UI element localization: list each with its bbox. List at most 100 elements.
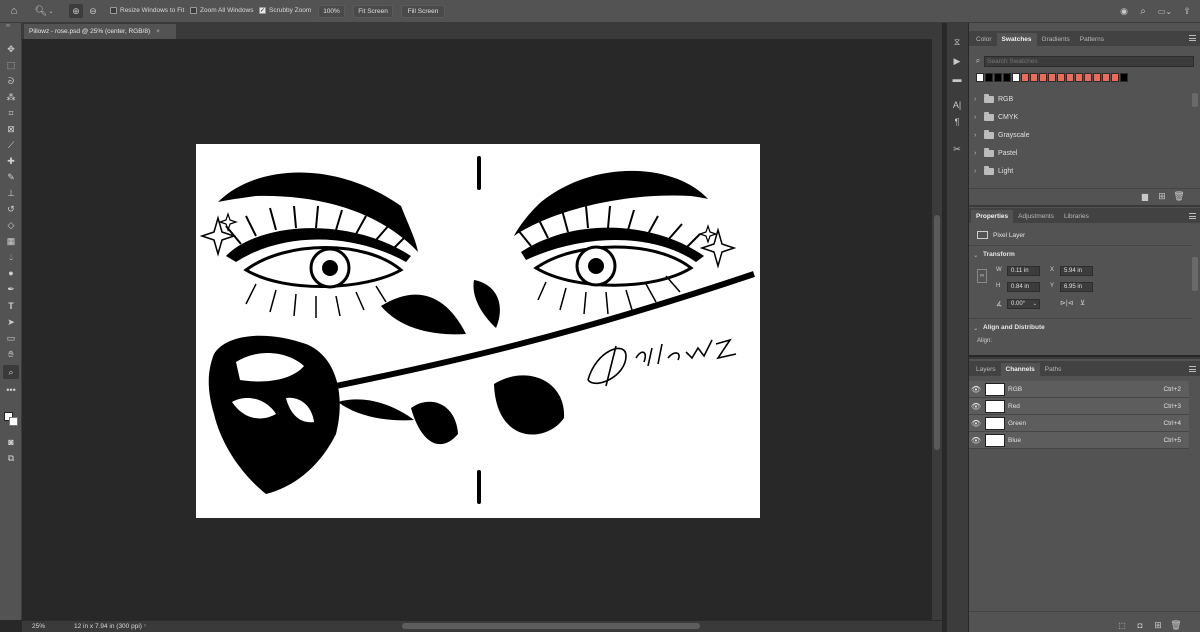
- search-icon[interactable]: ⌕: [1136, 5, 1150, 18]
- swatch-group-rgb[interactable]: › RGB: [969, 90, 1189, 108]
- new-channel-icon[interactable]: ⊞: [1153, 620, 1163, 630]
- zoom-all-windows-checkbox[interactable]: Zoom All Windows: [190, 7, 253, 14]
- character-panel-icon[interactable]: A|: [950, 98, 964, 112]
- clone-stamp-tool-icon[interactable]: ⊥: [3, 186, 19, 200]
- x-position-field[interactable]: 5.94 in: [1060, 266, 1093, 276]
- recent-swatch[interactable]: [1084, 73, 1092, 82]
- recent-swatch[interactable]: [1039, 73, 1047, 82]
- recent-swatch[interactable]: [1003, 73, 1011, 82]
- delete-swatch-icon[interactable]: 🗑︎: [1173, 191, 1184, 201]
- recent-swatch[interactable]: [976, 73, 984, 82]
- recent-swatch[interactable]: [1120, 73, 1128, 82]
- swatch-group-light[interactable]: › Light: [969, 162, 1189, 180]
- scrubby-zoom-checkbox[interactable]: ✓ Scrubby Zoom: [259, 7, 311, 14]
- recent-swatch[interactable]: [1048, 73, 1056, 82]
- new-swatch-icon[interactable]: ⊞: [1157, 191, 1167, 201]
- zoom-out-icon[interactable]: ⊖: [86, 4, 100, 18]
- channel-row-blue[interactable]: 👁︎ Blue Ctrl+5: [969, 432, 1189, 449]
- recent-swatch[interactable]: [1021, 73, 1029, 82]
- recent-swatch[interactable]: [1093, 73, 1101, 82]
- crop-tool-icon[interactable]: ⌗: [3, 106, 19, 120]
- resize-windows-checkbox[interactable]: Resize Windows to Fit: [110, 7, 184, 14]
- eyedropper-tool-icon[interactable]: ⟋: [3, 138, 19, 152]
- recent-swatch[interactable]: [1030, 73, 1038, 82]
- more-tools-icon[interactable]: •••: [3, 383, 19, 397]
- zoom-100-button[interactable]: 100%: [318, 5, 345, 18]
- tool-presets-icon[interactable]: ✂: [950, 142, 964, 156]
- recent-swatch[interactable]: [985, 73, 993, 82]
- transform-chevron-icon[interactable]: ⌄: [973, 251, 978, 259]
- background-color-swatch[interactable]: [9, 417, 18, 426]
- tab-paths[interactable]: Paths: [1040, 363, 1067, 376]
- rectangle-tool-icon[interactable]: ▭: [3, 331, 19, 345]
- paragraph-panel-icon[interactable]: ¶: [950, 115, 964, 129]
- magic-wand-tool-icon[interactable]: ⁂: [3, 90, 19, 104]
- tab-swatches[interactable]: Swatches: [996, 33, 1037, 46]
- swatches-scrollbar[interactable]: [1192, 93, 1198, 107]
- dodge-tool-icon[interactable]: ●: [3, 266, 19, 280]
- zoom-level[interactable]: 25%: [32, 623, 45, 630]
- flip-horizontal-icon[interactable]: ⊳|⊲: [1060, 299, 1074, 307]
- workspace-icon[interactable]: ▭⌄: [1155, 5, 1175, 18]
- share-icon[interactable]: ⇪: [1180, 5, 1194, 18]
- frame-tool-icon[interactable]: ⊠: [3, 122, 19, 136]
- tab-color[interactable]: Color: [971, 33, 997, 46]
- hand-tool-icon[interactable]: ✋︎: [3, 347, 19, 361]
- visibility-eye-icon[interactable]: 👁︎: [969, 436, 983, 445]
- panel-menu-icon[interactable]: [1189, 35, 1196, 41]
- recent-swatch[interactable]: [1102, 73, 1110, 82]
- brush-tool-icon[interactable]: ✎: [3, 170, 19, 184]
- recent-swatch[interactable]: [1012, 73, 1020, 82]
- height-field[interactable]: 0.84 in: [1007, 282, 1040, 292]
- recent-swatch[interactable]: [1111, 73, 1119, 82]
- fit-screen-button[interactable]: Fit Screen: [353, 5, 393, 18]
- quick-mask-icon[interactable]: ◙: [3, 435, 19, 449]
- panel-menu-icon[interactable]: [1189, 366, 1196, 372]
- recent-swatch[interactable]: [1075, 73, 1083, 82]
- path-selection-tool-icon[interactable]: ➤: [3, 315, 19, 329]
- screen-mode-icon[interactable]: ⧉: [3, 451, 19, 465]
- zoom-tool-preset-icon[interactable]: 🔍︎ ⌄: [34, 4, 54, 18]
- tab-libraries[interactable]: Libraries: [1059, 210, 1094, 223]
- account-icon[interactable]: ◉: [1117, 5, 1131, 18]
- width-field[interactable]: 0.11 in: [1007, 266, 1040, 276]
- marquee-tool-icon[interactable]: ⬚: [3, 58, 19, 72]
- recent-swatch[interactable]: [1057, 73, 1065, 82]
- visibility-eye-icon[interactable]: 👁︎: [969, 402, 983, 411]
- pen-tool-icon[interactable]: ✒: [3, 282, 19, 296]
- gradient-tool-icon[interactable]: ▦: [3, 234, 19, 248]
- properties-scrollbar[interactable]: [1192, 257, 1198, 291]
- align-chevron-icon[interactable]: ⌄: [973, 324, 978, 332]
- horizontal-scroll-thumb[interactable]: [402, 623, 700, 629]
- channel-row-red[interactable]: 👁︎ Red Ctrl+3: [969, 398, 1189, 415]
- tab-gradients[interactable]: Gradients: [1037, 33, 1075, 46]
- visibility-eye-icon[interactable]: 👁︎: [969, 419, 983, 428]
- info-menu-chevron-icon[interactable]: ›: [144, 623, 146, 629]
- visibility-eye-icon[interactable]: 👁︎: [969, 385, 983, 394]
- recent-swatch[interactable]: [1066, 73, 1074, 82]
- type-tool-icon[interactable]: T: [3, 299, 19, 313]
- recent-swatch[interactable]: [994, 73, 1002, 82]
- document-canvas[interactable]: Pillowz: [196, 144, 760, 518]
- comments-panel-icon[interactable]: ▬: [950, 72, 964, 86]
- eraser-tool-icon[interactable]: ◇: [3, 218, 19, 232]
- zoom-tool-icon[interactable]: ⌕: [3, 365, 19, 379]
- lasso-tool-icon[interactable]: ᘐ: [3, 74, 19, 88]
- y-position-field[interactable]: 6.95 in: [1060, 282, 1093, 292]
- actions-panel-icon[interactable]: ▶: [950, 54, 964, 68]
- link-dimensions-icon[interactable]: ∞: [977, 269, 987, 283]
- tab-adjustments[interactable]: Adjustments: [1013, 210, 1059, 223]
- angle-field[interactable]: 0.00° ⌄: [1007, 299, 1040, 309]
- load-channel-selection-icon[interactable]: ⬚: [1117, 620, 1127, 630]
- delete-channel-icon[interactable]: 🗑︎: [1170, 620, 1181, 630]
- swatch-group-grayscale[interactable]: › Grayscale: [969, 126, 1189, 144]
- search-swatches-input[interactable]: [984, 56, 1194, 67]
- tab-channels[interactable]: Channels: [1000, 363, 1040, 376]
- history-panel-icon[interactable]: ⧖: [950, 35, 964, 49]
- channel-row-rgb[interactable]: 👁︎ RGB Ctrl+2: [969, 381, 1189, 398]
- blur-tool-icon[interactable]: 💧︎: [3, 250, 19, 264]
- panel-menu-icon[interactable]: [1189, 213, 1196, 219]
- tab-patterns[interactable]: Patterns: [1075, 33, 1109, 46]
- zoom-in-icon[interactable]: ⊕: [69, 4, 83, 18]
- new-group-folder-icon[interactable]: ▆: [1140, 192, 1150, 201]
